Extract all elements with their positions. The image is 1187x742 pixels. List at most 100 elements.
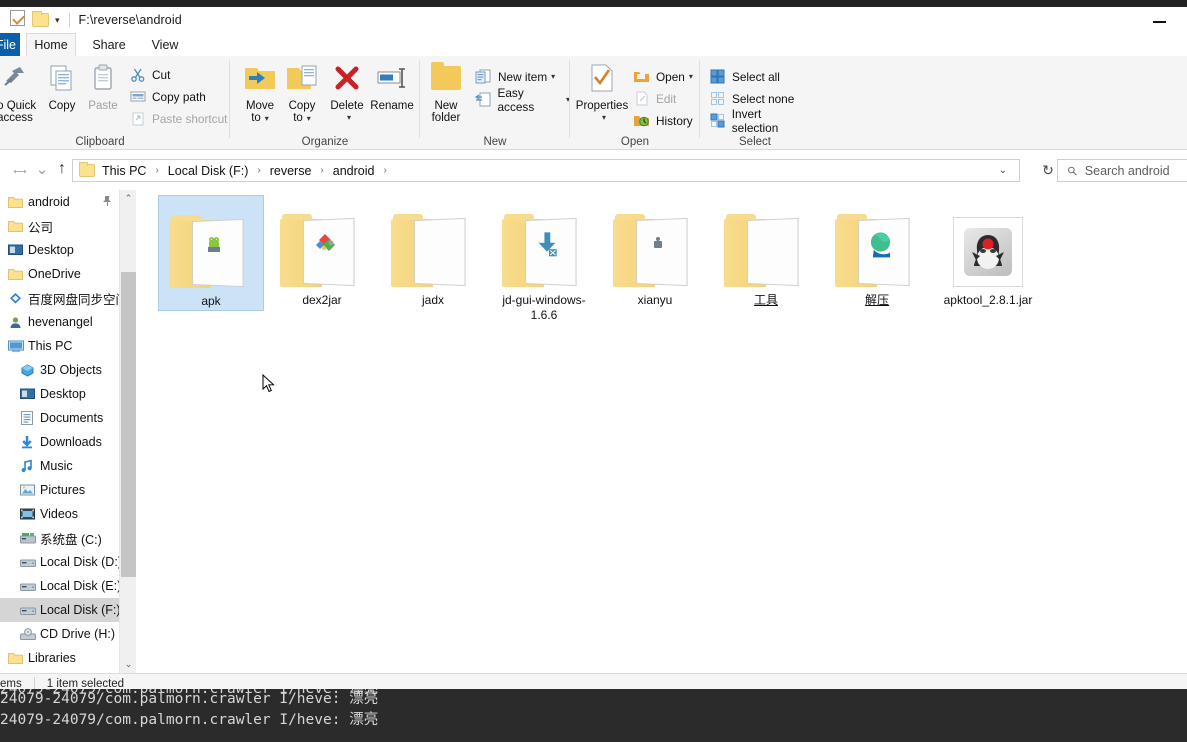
chevron-down-icon[interactable]: ▾ xyxy=(55,15,60,26)
sidebar-item-android[interactable]: android xyxy=(0,190,119,214)
sidebar-item-3d-objects[interactable]: 3D Objects xyxy=(0,358,119,382)
navigation-pane[interactable]: android 公司 Desktop OneDrive 百度网盘同步空间 hevenang… xyxy=(0,190,119,673)
new-folder-line2: folder xyxy=(431,112,461,124)
desktop-icon xyxy=(20,388,40,401)
open-folder-icon xyxy=(632,68,651,85)
sidebar-item-videos[interactable]: Videos xyxy=(0,502,119,526)
terminal-logcat-output[interactable]: 24079-24079/com.palmorn.crawler I/heve: … xyxy=(0,689,1187,742)
open-button[interactable]: Open ▾ xyxy=(632,66,693,87)
sidebar-item-local-disk-f[interactable]: Local Disk (F:) xyxy=(0,598,119,622)
minimize-button[interactable] xyxy=(1153,15,1167,26)
breadcrumb-android[interactable]: android xyxy=(333,164,375,178)
folder-item[interactable]: apk xyxy=(158,195,264,311)
up-button[interactable]: ↑ xyxy=(52,159,72,179)
sidebar-item-libraries[interactable]: Libraries xyxy=(0,646,119,670)
tab-share[interactable]: Share xyxy=(84,33,134,56)
properties-caret-icon[interactable]: ▾ xyxy=(573,112,635,124)
easy-access-button[interactable]: Easy access ▾ xyxy=(474,86,570,114)
folder-icon xyxy=(491,203,597,287)
new-folder-button[interactable]: New folder xyxy=(417,60,475,124)
folder-item[interactable]: dex2jar xyxy=(269,195,375,311)
pin-icon[interactable] xyxy=(102,195,113,210)
breadcrumb-separator-icon[interactable]: › xyxy=(257,165,260,176)
sidebar-item-pictures[interactable]: Pictures xyxy=(0,478,119,502)
breadcrumb-separator-icon[interactable]: › xyxy=(155,165,158,176)
breadcrumb-separator-icon[interactable]: › xyxy=(383,165,386,176)
scroll-up-button[interactable]: ⌃ xyxy=(120,190,137,207)
copy-path-button[interactable]: Copy path xyxy=(128,86,206,107)
sidebar-item-cd-drive-h[interactable]: CD Drive (H:) xyxy=(0,622,119,646)
search-icon: ⚲ xyxy=(1064,162,1081,179)
paste-button[interactable]: Paste xyxy=(74,60,132,112)
desktop-icon xyxy=(8,244,28,257)
folder-item[interactable]: xianyu xyxy=(602,195,708,311)
rename-button[interactable]: Rename xyxy=(363,60,421,112)
scroll-down-button[interactable]: ⌄ xyxy=(120,656,137,673)
sidebar-item-local-disk-e[interactable]: Local Disk (E:) xyxy=(0,574,119,598)
title-bar: ▾ F:\reverse\android xyxy=(0,7,1187,33)
ribbon-tab-strip: File Home Share View xyxy=(0,33,1187,56)
invert-selection-button[interactable]: Invert selection xyxy=(708,107,810,135)
copy-path-icon xyxy=(128,88,147,105)
sidebar-item-desktop[interactable]: Desktop xyxy=(0,382,119,406)
breadcrumb-local-disk-f[interactable]: Local Disk (F:) xyxy=(168,164,249,178)
navigation-scrollbar[interactable]: ⌃ ⌄ xyxy=(119,190,137,673)
quick-access-folder-icon[interactable] xyxy=(32,11,49,27)
recent-locations-button[interactable]: ⌄ xyxy=(32,159,52,179)
tab-home[interactable]: Home xyxy=(26,33,76,56)
new-item-button[interactable]: New item ▾ xyxy=(474,66,555,87)
sidebar-item-hevenangel[interactable]: hevenangel xyxy=(0,310,119,334)
scrollbar-thumb[interactable] xyxy=(121,272,136,577)
music-icon xyxy=(20,459,40,473)
sidebar-item-documents[interactable]: Documents xyxy=(0,406,119,430)
sidebar-item-local-disk-d[interactable]: Local Disk (D:) xyxy=(0,550,119,574)
properties-button[interactable]: Properties ▾ xyxy=(569,60,635,124)
address-bar[interactable]: This PC › Local Disk (F:) › reverse › an… xyxy=(72,159,1020,182)
sidebar-item-onedrive[interactable]: OneDrive xyxy=(0,262,119,286)
folder-icon xyxy=(269,203,375,287)
sidebar-item-this-pc[interactable]: This PC xyxy=(0,334,119,358)
quick-access-checkbox-icon[interactable] xyxy=(10,10,32,30)
group-label-organize: Organize xyxy=(301,136,349,148)
address-dropdown-icon[interactable]: ⌄ xyxy=(999,165,1019,176)
delete-caret-icon[interactable]: ▾ xyxy=(322,112,376,124)
tab-file[interactable]: File xyxy=(0,33,20,56)
edit-button[interactable]: Edit xyxy=(632,88,676,109)
drive-icon xyxy=(20,604,40,616)
sidebar-item-music[interactable]: Music xyxy=(0,454,119,478)
sidebar-item-desktop[interactable]: Desktop xyxy=(0,238,119,262)
history-button[interactable]: History xyxy=(632,110,693,131)
tab-view[interactable]: View xyxy=(140,33,190,56)
sidebar-item-downloads[interactable]: Downloads xyxy=(0,430,119,454)
forward-button[interactable]: → xyxy=(12,159,32,179)
colorful-thumbnail-icon xyxy=(314,233,336,255)
breadcrumb-reverse[interactable]: reverse xyxy=(270,164,312,178)
chevron-down-icon[interactable]: ▾ xyxy=(551,72,555,81)
sidebar-item-label: Pictures xyxy=(40,483,86,497)
folder-item[interactable]: 工具 xyxy=(713,195,819,311)
ribbon-group-open: Properties ▾ Open ▾ Edit History Open xyxy=(570,56,700,150)
cd-drive-icon xyxy=(20,627,40,641)
folder-item[interactable]: jadx xyxy=(380,195,486,311)
properties-icon xyxy=(569,60,635,96)
chevron-down-icon[interactable]: ▾ xyxy=(689,72,693,81)
paste-shortcut-button[interactable]: Paste shortcut xyxy=(128,108,227,129)
download-arrow-icon xyxy=(536,232,558,257)
cut-button[interactable]: Cut xyxy=(128,64,170,85)
sidebar-item-c[interactable]: 系统盘 (C:) xyxy=(0,526,119,550)
sidebar-item-label: 3D Objects xyxy=(40,363,102,377)
select-all-button[interactable]: Select all xyxy=(708,66,780,87)
folder-item[interactable]: 解压 xyxy=(824,195,930,311)
file-list-view[interactable]: apk dex2jar jadx jd-gui-windows-1.6.6 xianyu… xyxy=(136,190,1187,673)
select-all-label: Select all xyxy=(732,69,780,84)
sidebar-item-[interactable]: 公司 xyxy=(0,214,119,238)
breadcrumb-this-pc[interactable]: This PC xyxy=(102,164,146,178)
folder-item[interactable]: jd-gui-windows-1.6.6 xyxy=(491,195,597,322)
sidebar-item-[interactable]: 百度网盘同步空间 xyxy=(0,286,119,310)
3d-objects-icon xyxy=(20,363,40,377)
file-item[interactable]: apktool_2.8.1.jar xyxy=(935,195,1041,311)
breadcrumb-separator-icon[interactable]: › xyxy=(320,165,323,176)
group-label-open: Open xyxy=(620,136,650,148)
baidu-netdisk-icon xyxy=(8,292,28,305)
search-box[interactable]: ⚲ Search android xyxy=(1057,159,1187,182)
